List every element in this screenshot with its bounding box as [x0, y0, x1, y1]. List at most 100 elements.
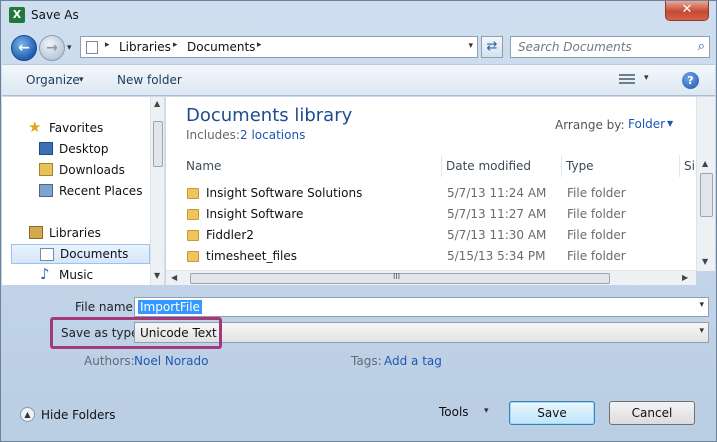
chevron-down-icon[interactable]: ▾ — [699, 326, 704, 336]
file-name: Insight Software Solutions — [206, 186, 363, 200]
file-list-vertical-scrollbar[interactable]: ▲ ▼ — [696, 97, 715, 271]
refresh-button[interactable]: ⇄ — [481, 36, 503, 58]
window-title: Save As — [31, 8, 79, 22]
chevron-up-icon: ▲ — [20, 407, 35, 422]
documents-icon — [40, 248, 54, 261]
column-header-date-modified[interactable]: Date modified — [442, 155, 562, 177]
title-bar: X Save As ✕ — [1, 1, 716, 31]
search-placeholder: Search Documents — [518, 40, 632, 54]
recent-places-icon — [39, 184, 53, 197]
file-date: 5/7/13 11:30 AM — [447, 228, 547, 242]
sidebar-item-label: Favorites — [49, 121, 104, 135]
help-icon[interactable]: ? — [682, 72, 699, 89]
column-header-name[interactable]: Name — [182, 155, 442, 177]
excel-icon: X — [9, 7, 25, 23]
sidebar-scrollbar[interactable]: ▲ ▼ — [150, 97, 164, 285]
scroll-left-icon[interactable]: ◀ — [171, 273, 177, 282]
save-as-type-value: Unicode Text — [140, 326, 217, 340]
sidebar-item-downloads[interactable]: Downloads — [2, 160, 150, 180]
add-tag-link[interactable]: Add a tag — [384, 354, 442, 368]
scroll-up-icon[interactable]: ▲ — [154, 99, 160, 108]
file-name: Fiddler2 — [206, 228, 254, 242]
music-icon: ♪ — [40, 265, 50, 283]
file-name: Insight Software — [206, 207, 304, 221]
breadcrumb-separator[interactable]: ▸ — [105, 40, 110, 50]
save-as-type-label: Save as type: — [61, 326, 143, 340]
table-row[interactable]: Insight Software Solutions 5/7/13 11:24 … — [176, 183, 691, 203]
save-button[interactable]: Save — [509, 401, 595, 425]
sidebar-item-label: Downloads — [59, 163, 125, 177]
library-title: Documents library — [186, 105, 353, 126]
grip-icon: III — [393, 272, 401, 281]
includes-label: Includes: — [186, 128, 240, 142]
table-row[interactable]: Insight Software 5/7/13 11:27 AM File fo… — [176, 204, 691, 224]
address-bar[interactable]: ▸ Libraries ▸ Documents ▸ ▾ — [80, 36, 478, 58]
tags-label: Tags: — [351, 354, 382, 368]
sidebar-item-label: Documents — [60, 247, 129, 261]
search-icon[interactable]: ⌕ — [698, 39, 705, 54]
new-folder-button[interactable]: New folder — [117, 73, 182, 87]
file-date: 5/7/13 11:27 AM — [447, 207, 547, 221]
file-list-pane: Documents library Includes: 2 locations … — [166, 97, 696, 285]
chevron-down-icon[interactable]: ▾ — [79, 75, 84, 85]
sidebar-item-desktop[interactable]: Desktop — [2, 139, 150, 159]
downloads-icon — [39, 163, 53, 176]
folder-icon — [187, 230, 199, 241]
scroll-down-icon[interactable]: ▼ — [702, 257, 708, 266]
breadcrumb-separator[interactable]: ▸ — [257, 40, 262, 50]
hide-folders-label: Hide Folders — [41, 408, 116, 422]
file-date: 5/7/13 11:24 AM — [447, 186, 547, 200]
close-button[interactable]: ✕ — [665, 1, 709, 21]
scrollbar-thumb[interactable] — [700, 173, 713, 217]
authors-value[interactable]: Noel Norado — [134, 354, 208, 368]
sidebar-item-music[interactable]: ♪ Music — [2, 265, 150, 285]
folder-icon — [86, 41, 98, 54]
sidebar-item-libraries[interactable]: Libraries — [2, 223, 150, 243]
star-icon: ★ — [28, 118, 42, 136]
scrollbar-thumb[interactable]: III — [190, 272, 610, 284]
recent-pages-dropdown[interactable]: ▾ — [67, 43, 72, 53]
scrollbar-thumb[interactable] — [153, 121, 163, 167]
sidebar-item-documents[interactable]: Documents — [11, 244, 150, 264]
file-name-field[interactable]: ImportFile ▾ — [134, 297, 709, 317]
views-icon[interactable] — [619, 74, 635, 86]
file-type: File folder — [567, 186, 626, 200]
back-button[interactable]: ← — [11, 35, 37, 61]
sidebar-item-recent-places[interactable]: Recent Places — [2, 181, 150, 201]
file-name-value[interactable]: ImportFile — [138, 300, 202, 314]
table-row[interactable]: Fiddler2 5/7/13 11:30 AM File folder — [176, 225, 691, 245]
chevron-down-icon[interactable]: ▾ — [699, 300, 704, 310]
chevron-down-icon[interactable]: ▾ — [484, 406, 489, 416]
file-name: timesheet_files — [206, 249, 297, 263]
scroll-down-icon[interactable]: ▼ — [154, 271, 160, 280]
chevron-down-icon[interactable]: ▼ — [667, 119, 673, 128]
file-name-label: File name: — [75, 300, 137, 314]
address-dropdown[interactable]: ▾ — [468, 41, 473, 51]
arrange-by-dropdown[interactable]: Folder — [628, 117, 665, 131]
authors-label: Authors: — [84, 354, 135, 368]
file-list-horizontal-scrollbar[interactable]: ◀ III ▶ — [166, 270, 696, 285]
command-bar: Organize ▾ New folder ▾ ? — [2, 64, 715, 96]
organize-button[interactable]: Organize — [26, 73, 80, 87]
includes-locations-link[interactable]: 2 locations — [240, 128, 305, 142]
search-input[interactable]: Search Documents ⌕ — [510, 36, 710, 58]
save-as-type-select[interactable]: Unicode Text ▾ — [134, 322, 709, 343]
file-date: 5/15/13 5:34 PM — [447, 249, 546, 263]
breadcrumb-separator[interactable]: ▸ — [173, 40, 178, 50]
views-dropdown[interactable]: ▾ — [644, 73, 649, 83]
column-header-size[interactable]: Si — [680, 155, 696, 177]
scroll-right-icon[interactable]: ▶ — [682, 273, 688, 282]
column-header-type[interactable]: Type — [562, 155, 680, 177]
tools-button[interactable]: Tools — [439, 405, 469, 419]
cancel-button[interactable]: Cancel — [609, 401, 695, 425]
folder-icon — [187, 188, 199, 199]
breadcrumb-libraries[interactable]: Libraries — [119, 40, 171, 54]
forward-button[interactable]: → — [39, 35, 65, 61]
table-row[interactable]: timesheet_files 5/15/13 5:34 PM File fol… — [176, 246, 691, 266]
sidebar-item-label: Libraries — [49, 226, 101, 240]
scroll-up-icon[interactable]: ▲ — [702, 159, 708, 168]
breadcrumb-documents[interactable]: Documents — [187, 40, 255, 54]
arrange-by-label: Arrange by: — [555, 118, 625, 132]
save-as-dialog: X Save As ✕ ← → ▾ ▸ Libraries ▸ Document… — [0, 0, 717, 442]
sidebar-item-favorites[interactable]: ★ Favorites — [2, 118, 150, 138]
